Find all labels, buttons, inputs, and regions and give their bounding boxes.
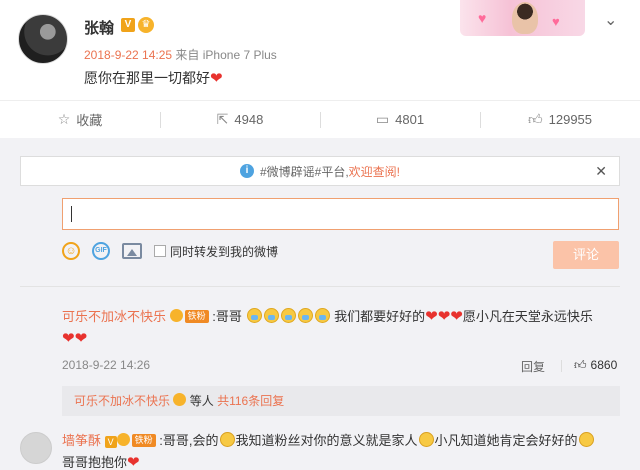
rumor-notice: i #微博辟谣#平台, 欢迎查阅! ✕ — [20, 156, 620, 186]
crying-emoji-icon — [246, 308, 262, 323]
fan-badge: 铁粉 — [131, 434, 156, 447]
comment-text: 可乐不加冰不快乐 铁粉 :哥哥 我们都要好好的❤❤❤愿小凡在天堂永远快乐 ❤❤ — [62, 306, 622, 350]
verified-icon: V — [104, 436, 117, 448]
comment-like-count: 6860 — [590, 358, 618, 372]
crying-emoji-icon — [280, 308, 296, 323]
like-count: 129955 — [548, 112, 593, 127]
heart-emoji-icon: ❤❤❤ — [425, 308, 463, 325]
emoji-icon[interactable]: ☺ — [62, 242, 80, 260]
like-icon: 👍︎ — [574, 358, 587, 372]
post-action-bar: ☆ 收藏 ⇱ 4948 ▭ 4801 👍︎ 129955 — [0, 100, 640, 138]
comment-text-part: 小凡知道她肯定会好好的 — [434, 433, 578, 448]
sad-emoji-icon — [418, 432, 434, 447]
post-card: 张翰 V ♛ 2018-9-22 14:25 来自 iPhone 7 Plus … — [0, 0, 640, 100]
post-text: 愿你在那里一切都好❤ — [84, 68, 223, 88]
sad-emoji-icon — [219, 432, 235, 447]
comment-text-part: 哥哥抱抱你 — [62, 455, 128, 470]
crying-emoji-icon — [263, 308, 279, 323]
notice-text: #微博辟谣#平台, — [259, 164, 349, 179]
post-time[interactable]: 2018-9-22 14:25 — [84, 48, 172, 62]
share-icon: ⇱ — [216, 111, 229, 127]
heart-icon: ♥ — [478, 10, 487, 26]
divider — [20, 286, 620, 287]
fan-badge: 铁粉 — [184, 310, 209, 323]
comment-meta: 2018-9-22 14:26 回复 👍︎ 6860 — [62, 358, 620, 375]
post-username[interactable]: 张翰 — [84, 17, 114, 38]
text-caret — [71, 206, 72, 222]
vip-crown-icon: ♛ — [138, 17, 154, 33]
crying-emoji-icon — [314, 308, 330, 323]
comment-username[interactable]: 墙筝酥 — [62, 433, 101, 448]
post-meta: 2018-9-22 14:25 来自 iPhone 7 Plus — [84, 46, 277, 63]
vip-crown-icon — [173, 393, 187, 406]
chevron-down-icon[interactable]: ⌄ — [604, 10, 617, 30]
favorite-label: 收藏 — [76, 113, 103, 128]
user-avatar[interactable] — [18, 14, 68, 64]
comment-text-part: 愿小凡在天堂永远快乐 — [462, 309, 593, 324]
sub-reply-count[interactable]: 共116条回复 — [217, 394, 284, 408]
heart-emoji-icon: ❤ — [127, 454, 140, 470]
comment-like-button[interactable]: 👍︎ 6860 — [574, 358, 617, 373]
repost-count: 4948 — [234, 112, 264, 127]
comment-text-part: :哥哥,会的 — [159, 433, 219, 448]
like-icon: 👍︎ — [527, 111, 543, 127]
reply-button[interactable]: 回复 — [521, 358, 545, 375]
avatar[interactable] — [20, 432, 52, 464]
vip-crown-icon — [116, 433, 130, 446]
comment-username[interactable]: 可乐不加冰不快乐 — [62, 309, 166, 324]
notice-link[interactable]: 欢迎查阅! — [349, 163, 400, 180]
sad-emoji-icon — [578, 432, 594, 447]
sub-replies-summary[interactable]: 可乐不加冰不快乐 等人 共116条回复 — [62, 386, 620, 416]
crying-emoji-icon — [297, 308, 313, 323]
repost-checkbox-label: 同时转发到我的微博 — [170, 244, 279, 259]
sub-reply-username[interactable]: 可乐不加冰不快乐 — [74, 394, 170, 408]
post-source: 来自 iPhone 7 Plus — [175, 48, 277, 62]
post-text-content: 愿你在那里一切都好 — [84, 70, 210, 86]
close-icon[interactable]: ✕ — [595, 163, 607, 180]
image-icon[interactable] — [122, 243, 142, 259]
submit-comment-button[interactable]: 评论 — [553, 241, 619, 269]
star-icon: ☆ — [57, 111, 71, 127]
heart-icon: ♥ — [552, 14, 560, 29]
decorative-banner: ♥ ♥ — [460, 0, 585, 36]
comment-text-part: 我们都要好好的 — [334, 309, 426, 324]
favorite-button[interactable]: ☆ 收藏 — [0, 101, 160, 138]
verified-icon: V — [121, 18, 135, 32]
separator — [561, 360, 562, 372]
comment-count: 4801 — [395, 112, 425, 127]
info-icon: i — [239, 164, 254, 178]
sub-reply-suffix: 等人 — [189, 394, 214, 408]
comment-icon: ▭ — [375, 111, 390, 127]
like-button[interactable]: 👍︎ 129955 — [480, 101, 640, 138]
comment-text-part: :哥哥 — [212, 309, 242, 324]
comment-button[interactable]: ▭ 4801 — [320, 101, 480, 138]
composer-tools: ☺ GIF 同时转发到我的微博 — [62, 240, 278, 262]
comment-area: i #微博辟谣#平台, 欢迎查阅! ✕ ☺ GIF 同时转发到我的微博 评论 可… — [0, 140, 640, 470]
comment-input[interactable] — [62, 198, 619, 230]
comment-text-part: 我知道粉丝对你的意义就是家人 — [235, 433, 418, 448]
banner-portrait — [512, 2, 538, 34]
vip-crown-icon — [169, 309, 183, 322]
comment-text: 墙筝酥 V 铁粉 :哥哥,会的 我知道粉丝对你的意义就是家人 小凡知道她肯定会好好的 … — [62, 430, 622, 470]
gif-icon[interactable]: GIF — [92, 242, 110, 260]
comment-time: 2018-9-22 14:26 — [62, 358, 151, 372]
repost-button[interactable]: ⇱ 4948 — [160, 101, 320, 138]
heart-emoji-icon: ❤❤ — [62, 330, 88, 347]
heart-emoji-icon: ❤ — [210, 70, 223, 87]
repost-checkbox[interactable] — [154, 245, 166, 257]
